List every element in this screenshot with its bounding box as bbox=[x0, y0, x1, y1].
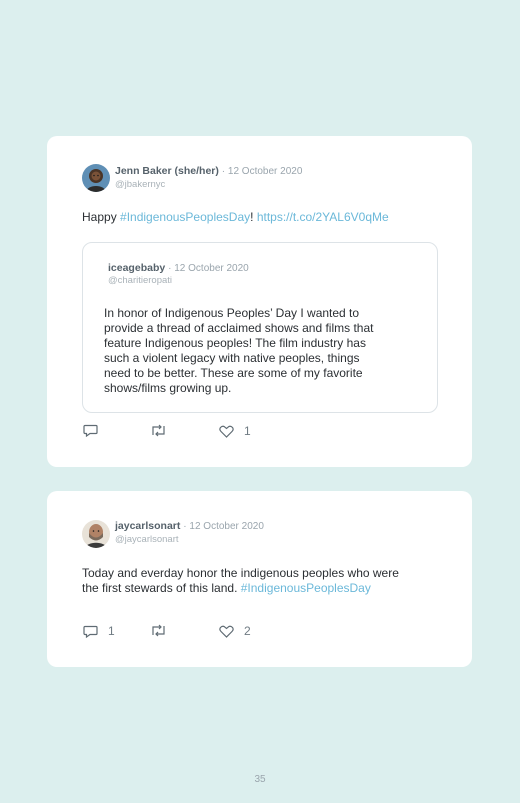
text-segment: Happy bbox=[82, 210, 121, 224]
author-handle[interactable]: @jaycarlsonart bbox=[115, 534, 179, 545]
quote-line: In honor of Indigenous Peoples’ Day I wa… bbox=[104, 306, 360, 320]
reply-icon bbox=[83, 424, 98, 437]
author-name[interactable]: jaycarlsonart bbox=[115, 520, 180, 532]
author-line: Jenn Baker (she/her) · 12 October 2020 bbox=[115, 165, 302, 177]
hashtag-link[interactable]: #IndigenousPeoplesDay bbox=[120, 210, 250, 224]
text-line: the first stewards of this land. #Indige… bbox=[82, 581, 462, 596]
avatar[interactable] bbox=[82, 520, 110, 548]
quote-author-line: iceagebaby · 12 October 2020 bbox=[108, 262, 249, 274]
url-link[interactable]: https://t.co/2YAL6V0qMe bbox=[257, 210, 389, 224]
like-icon bbox=[219, 425, 234, 438]
tweet-card: jaycarlsonart · 12 October 2020 @jaycarl… bbox=[47, 491, 472, 667]
tweet-text: Today and everday honor the indigenous p… bbox=[82, 566, 462, 596]
quote-date: · 12 October 2020 bbox=[168, 263, 249, 274]
quote-text: In honor of Indigenous Peoples’ Day I wa… bbox=[104, 306, 424, 396]
quote-author-handle[interactable]: @charitieropati bbox=[108, 275, 172, 286]
quote-line: shows/films growing up. bbox=[104, 381, 232, 395]
quote-line: feature Indigenous peoples! The film ind… bbox=[104, 336, 366, 350]
hashtag-link[interactable]: #IndigenousPeoplesDay bbox=[241, 581, 371, 595]
tweet-date: · 12 October 2020 bbox=[221, 166, 303, 177]
tweet-card: Jenn Baker (she/her) · 12 October 2020 @… bbox=[47, 136, 472, 467]
like-count: 1 bbox=[244, 424, 251, 438]
text-line: Today and everday honor the indigenous p… bbox=[82, 566, 399, 580]
reply-button[interactable]: 1 bbox=[83, 624, 115, 638]
author-line: jaycarlsonart · 12 October 2020 bbox=[115, 520, 264, 532]
quoted-tweet[interactable]: iceagebaby · 12 October 2020 @charitiero… bbox=[82, 242, 438, 413]
page-number: 35 bbox=[254, 774, 266, 785]
reply-button[interactable] bbox=[83, 424, 108, 437]
tweet-text: Happy #IndigenousPeoplesDay! https://t.c… bbox=[82, 210, 389, 225]
tweet-date: · 12 October 2020 bbox=[183, 521, 264, 532]
author-handle[interactable]: @jbakernyc bbox=[115, 179, 165, 190]
reply-count: 1 bbox=[108, 624, 115, 638]
reply-icon bbox=[83, 625, 98, 638]
text-segment: the first stewards of this land. bbox=[82, 581, 241, 595]
retweet-icon bbox=[152, 624, 165, 637]
quote-line: such a violent legacy with native people… bbox=[104, 351, 360, 365]
author-name[interactable]: Jenn Baker (she/her) bbox=[115, 165, 219, 177]
text-segment: ! bbox=[250, 210, 257, 224]
quote-author-name[interactable]: iceagebaby bbox=[108, 262, 165, 274]
like-button[interactable]: 2 bbox=[219, 624, 251, 638]
like-button[interactable]: 1 bbox=[219, 424, 251, 438]
like-icon bbox=[219, 625, 234, 638]
retweet-button[interactable] bbox=[150, 624, 167, 637]
retweet-button[interactable] bbox=[150, 424, 167, 437]
retweet-icon bbox=[152, 424, 165, 437]
quote-line: provide a thread of acclaimed shows and … bbox=[104, 321, 374, 335]
avatar[interactable] bbox=[82, 164, 110, 192]
quote-line: need to be better. These are some of my … bbox=[104, 366, 363, 380]
like-count: 2 bbox=[244, 624, 251, 638]
